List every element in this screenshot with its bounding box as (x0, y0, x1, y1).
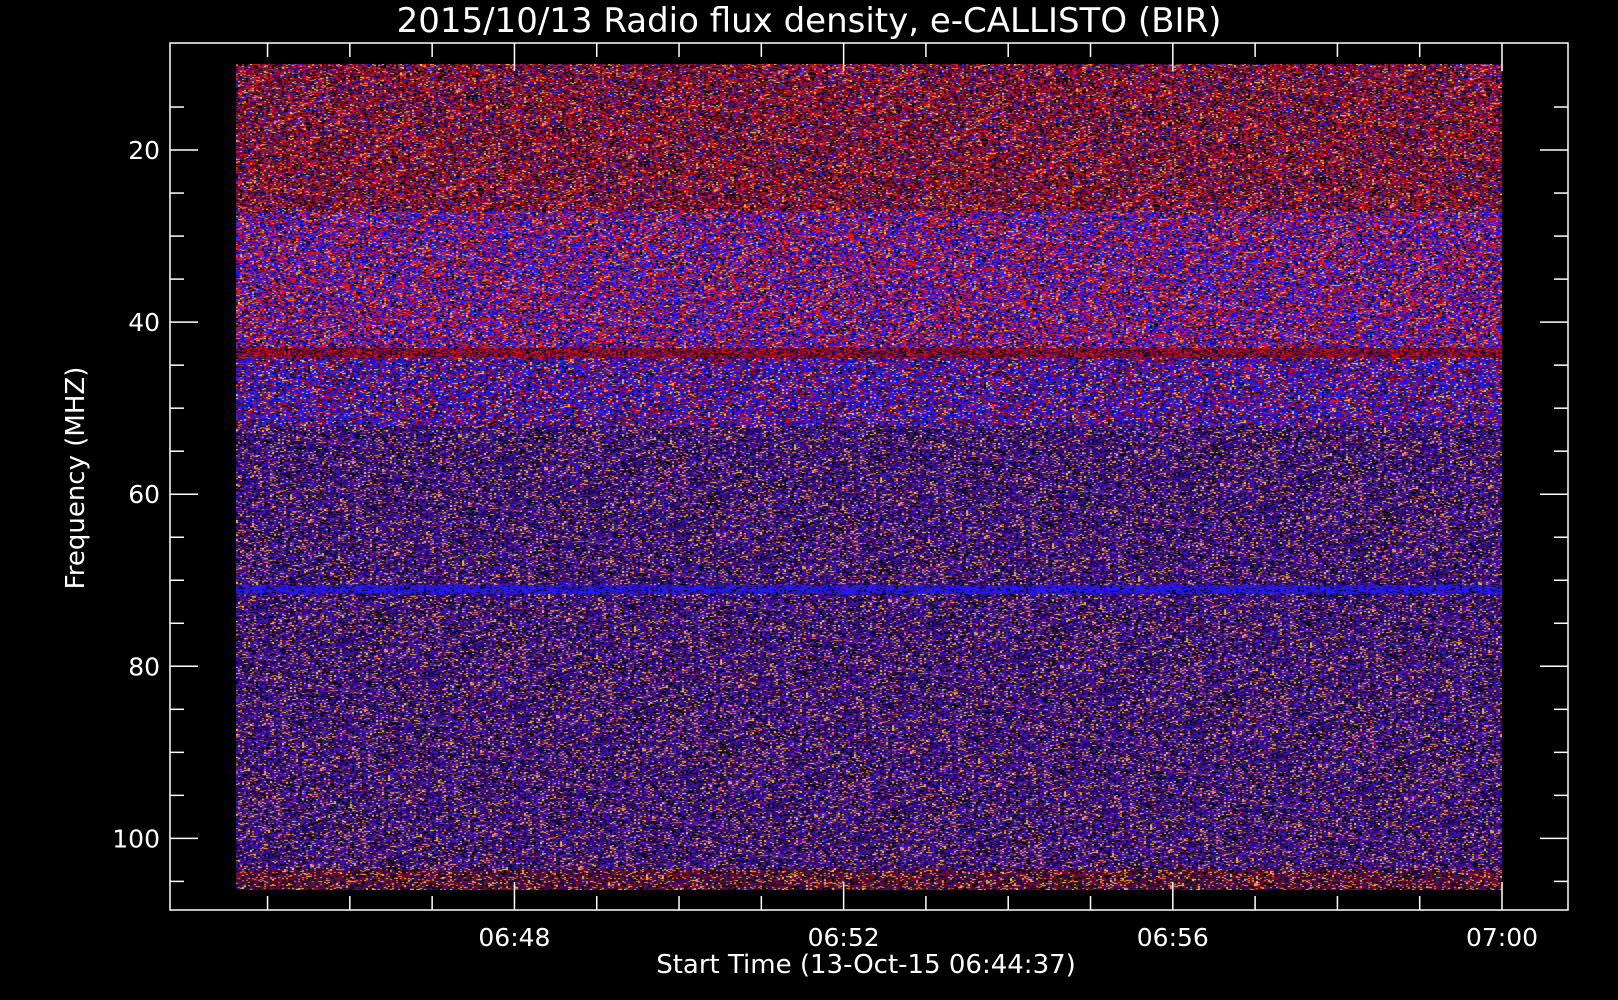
chart-title: 2015/10/13 Radio flux density, e-CALLIST… (397, 1, 1222, 41)
y-tick-label: 20 (128, 136, 160, 165)
chart-svg: 2015/10/13 Radio flux density, e-CALLIST… (61, 1, 1569, 980)
y-tick-label: 100 (112, 824, 160, 853)
x-axis-label: Start Time (13-Oct-15 06:44:37) (656, 950, 1076, 980)
x-tick-label: 06:56 (1137, 923, 1209, 952)
plot-border (169, 42, 1569, 911)
y-axis-label: Frequency (MHZ) (61, 367, 91, 590)
x-tick-label: 07:00 (1466, 923, 1538, 952)
y-tick-label: 60 (128, 480, 160, 509)
y-tick-label: 40 (128, 308, 160, 337)
x-tick-label: 06:48 (478, 923, 550, 952)
y-axis-ticks: 20 40 60 80 100 (112, 106, 1568, 883)
plot-frame (169, 42, 1569, 911)
y-tick-label: 80 (128, 652, 160, 681)
x-tick-label: 06:52 (808, 923, 880, 952)
spectrogram-chart: 2015/10/13 Radio flux density, e-CALLIST… (0, 0, 1618, 1000)
x-axis-ticks: 06:48 06:52 06:56 07:00 (266, 43, 1538, 952)
